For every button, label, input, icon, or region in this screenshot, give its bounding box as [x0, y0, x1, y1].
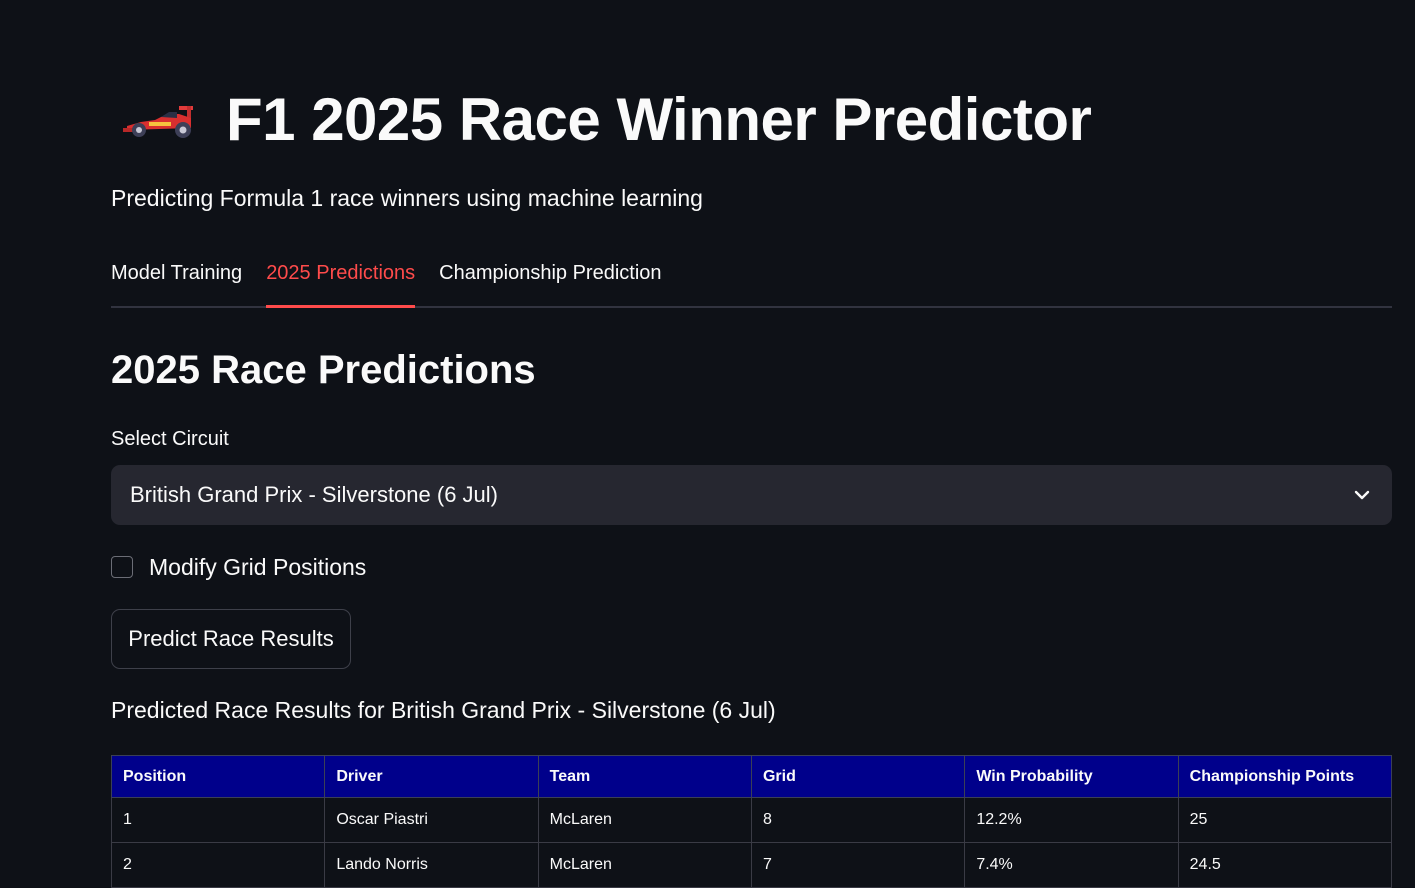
- chevron-down-icon: [1354, 490, 1370, 500]
- tab-2025-predictions[interactable]: 2025 Predictions: [266, 254, 415, 308]
- cell-position: 1: [110, 797, 326, 843]
- cell-team: McLaren: [537, 842, 752, 888]
- cell-grid: 8: [750, 797, 966, 843]
- section-title: 2025 Race Predictions: [111, 348, 536, 392]
- table-row: 2 Lando Norris McLaren 7 7.4% 24.5: [110, 842, 1393, 888]
- cell-championship-points: 25: [1177, 797, 1393, 843]
- circuit-select[interactable]: British Grand Prix - Silverstone (6 Jul): [111, 465, 1392, 525]
- cell-position: 2: [110, 842, 326, 888]
- predict-race-results-button[interactable]: Predict Race Results: [111, 609, 351, 669]
- column-header-championship-points[interactable]: Championship Points: [1177, 755, 1393, 798]
- tab-championship-prediction[interactable]: Championship Prediction: [439, 254, 661, 306]
- page-title: F1 2025 Race Winner Predictor: [226, 86, 1092, 153]
- race-car-icon: [123, 106, 193, 138]
- cell-team: McLaren: [537, 797, 752, 843]
- results-caption: Predicted Race Results for British Grand…: [111, 697, 776, 723]
- cell-driver: Oscar Piastri: [324, 797, 539, 843]
- column-header-position[interactable]: Position: [110, 755, 326, 798]
- cell-grid: 7: [750, 842, 966, 888]
- tab-model-training[interactable]: Model Training: [111, 254, 242, 306]
- column-header-grid[interactable]: Grid: [750, 755, 966, 798]
- circuit-select-label: Select Circuit: [111, 428, 229, 450]
- column-header-win-probability[interactable]: Win Probability: [964, 755, 1179, 798]
- modify-grid-checkbox-label: Modify Grid Positions: [149, 553, 367, 580]
- title-row: F1 2025 Race Winner Predictor: [111, 80, 1092, 160]
- column-header-driver[interactable]: Driver: [324, 755, 539, 798]
- circuit-select-value: British Grand Prix - Silverstone (6 Jul): [130, 482, 498, 507]
- column-header-team[interactable]: Team: [537, 755, 752, 798]
- modify-grid-checkbox-row[interactable]: Modify Grid Positions: [111, 551, 366, 583]
- table-row: 1 Oscar Piastri McLaren 8 12.2% 25: [110, 797, 1393, 843]
- results-table: Position Driver Team Grid Win Probabilit…: [110, 755, 1393, 888]
- page-subtitle: Predicting Formula 1 race winners using …: [111, 185, 703, 211]
- tab-bar: Model Training 2025 Predictions Champion…: [111, 254, 1392, 308]
- cell-win-probability: 7.4%: [964, 842, 1179, 888]
- cell-championship-points: 24.5: [1177, 842, 1393, 888]
- table-header-row: Position Driver Team Grid Win Probabilit…: [110, 755, 1393, 798]
- cell-win-probability: 12.2%: [964, 797, 1179, 843]
- cell-driver: Lando Norris: [324, 842, 539, 888]
- modify-grid-checkbox[interactable]: [111, 556, 133, 578]
